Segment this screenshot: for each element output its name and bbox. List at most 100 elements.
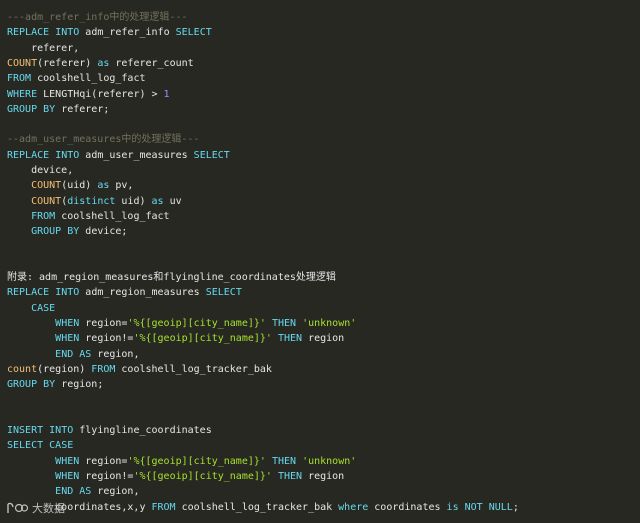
code-token: COUNT (31, 195, 62, 207)
code-token: region (302, 471, 345, 482)
code-token: END (55, 486, 74, 498)
code-token: BY (43, 103, 56, 115)
code-token: '%{[geoip][city_name]}' (127, 318, 266, 329)
code-line: count(region) FROM coolshell_log_tracker… (7, 362, 272, 377)
code-token: NOT (464, 501, 483, 513)
code-line: ---adm_refer_info中的处理逻辑--- (7, 10, 187, 25)
code-token: coordinates (368, 501, 447, 513)
code-token: AS (79, 486, 92, 498)
code-line: GROUP BY referer; (7, 102, 109, 117)
code-token: as (151, 195, 164, 207)
code-token: (region) (37, 363, 92, 375)
code-line: REPLACE INTO adm_user_measures SELECT (7, 148, 230, 163)
code-token: flyingline_coordinates (73, 425, 212, 437)
code-token: BY (67, 226, 80, 238)
code-token: 'unknown' (302, 455, 357, 467)
code-token: coolshell_log_tracker_bak (175, 501, 339, 513)
code-token: END (55, 348, 74, 360)
code-line: SELECT CASE (7, 438, 73, 453)
code-token: adm_region_measures (79, 287, 206, 299)
code-token: INSERT (7, 425, 44, 437)
code-token: '%{[geoip][city_name]}' (133, 471, 272, 482)
code-line: COUNT(uid) as pv, (7, 178, 133, 193)
code-token: GROUP (7, 379, 38, 391)
code-token: '%{[geoip][city_name]}' (127, 455, 266, 467)
code-token: THEN (277, 333, 303, 345)
code-token: device, (7, 165, 74, 176)
code-line: WHEN region!='%{[geoip][city_name]}' THE… (7, 331, 344, 346)
code-token: region, (91, 348, 140, 360)
code-token: referer; (55, 103, 110, 115)
code-token: SELECT (205, 287, 242, 299)
code-token: COUNT (7, 57, 38, 69)
code-token: coolshell_log_tracker_bak (115, 363, 272, 375)
code-token: region!= (79, 333, 134, 345)
code-line: GROUP BY device; (7, 224, 127, 239)
code-token: INTO (55, 27, 80, 39)
code-token: --adm_user_measures中的处理逻辑--- (7, 134, 200, 146)
code-token: ; (512, 501, 519, 513)
code-token: WHERE (7, 88, 38, 100)
code-token: THEN (277, 471, 303, 482)
code-token: count (7, 363, 38, 375)
code-line: device, (7, 163, 73, 178)
code-token: AS (79, 348, 92, 360)
code-token: is (446, 501, 459, 513)
code-line: COUNT(distinct uid) as uv (7, 194, 182, 209)
code-line: coordinates,x,y FROM coolshell_log_track… (7, 500, 519, 515)
code-token: 1 (163, 88, 170, 100)
code-token: GROUP (31, 226, 62, 238)
code-line: WHEN region!='%{[geoip][city_name]}' THE… (7, 469, 344, 484)
watermark-text: 大数据 (32, 502, 65, 515)
code-token: '%{[geoip][city_name]}' (133, 333, 272, 345)
code-token: CASE (31, 302, 56, 314)
code-line: REPLACE INTO adm_region_measures SELECT (7, 285, 242, 300)
code-token: region!= (79, 471, 134, 482)
code-token: REPLACE (7, 287, 50, 299)
code-line: COUNT(referer) as referer_count (7, 56, 194, 71)
code-token: adm_user_measures (79, 149, 194, 161)
code-token: pv, (109, 180, 134, 192)
code-token: NULL (488, 501, 513, 513)
code-token: CASE (49, 440, 74, 452)
code-token: FROM (31, 210, 56, 222)
code-token: THEN (271, 318, 297, 329)
code-token: coolshell_log_fact (31, 73, 146, 85)
code-token: ---adm_refer_info中的处理逻辑--- (7, 12, 188, 23)
code-token: as (97, 180, 110, 192)
code-token: REPLACE (7, 149, 50, 161)
code-token: region, (91, 486, 140, 498)
code-token: WHEN (55, 455, 80, 467)
code-token: region= (79, 455, 128, 467)
code-token: WHEN (55, 318, 80, 329)
watermark: 大数据 (6, 500, 65, 516)
code-token: SELECT (7, 440, 44, 452)
code-token: region (302, 333, 345, 345)
code-token: region; (55, 379, 104, 391)
code-token: uv (163, 195, 182, 207)
code-line: referer, (7, 41, 79, 56)
code-token: COUNT (31, 180, 62, 192)
code-token: INTO (55, 149, 80, 161)
code-editor[interactable]: ---adm_refer_info中的处理逻辑--- REPLACE INTO a… (0, 0, 640, 523)
code-token: (referer) (37, 57, 98, 69)
code-token: distinct (67, 195, 116, 207)
code-line: CASE (7, 301, 55, 316)
code-token: SELECT (193, 149, 230, 161)
code-token: (uid) (61, 180, 98, 192)
code-token: region= (79, 318, 128, 329)
code-line: WHEN region='%{[geoip][city_name]}' THEN… (7, 316, 356, 331)
code-token: referer, (7, 42, 80, 54)
code-line: WHEN region='%{[geoip][city_name]}' THEN… (7, 454, 356, 469)
code-token: FROM (91, 363, 116, 375)
code-line: END AS region, (7, 484, 139, 499)
code-token: coolshell_log_fact (55, 210, 170, 222)
